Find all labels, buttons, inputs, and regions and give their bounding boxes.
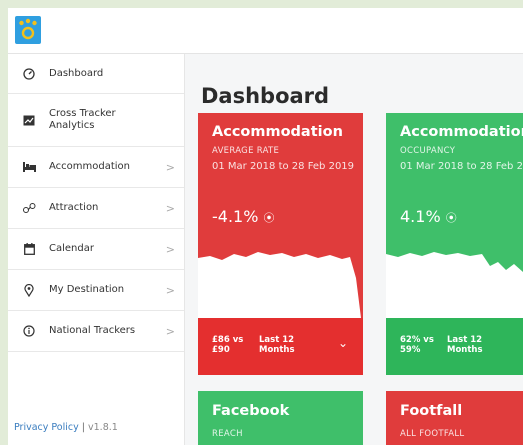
location-icon (22, 283, 36, 297)
sidebar-item-label: Dashboard (49, 67, 104, 79)
sidebar-item-attraction[interactable]: Attraction > (8, 188, 184, 229)
sidebar: Dashboard Cross Tracker Analytics Accomm… (8, 54, 185, 445)
logo-icon (19, 18, 37, 40)
card-subtitle: AVERAGE RATE (212, 146, 280, 156)
trend-sparkline (386, 252, 523, 318)
main-content: Dashboard Accommodation AVERAGE RATE 01 … (185, 54, 523, 445)
accommodation-occupancy-card[interactable]: Accommodation OCCUPANCY 01 Mar 2018 to 2… (386, 113, 523, 375)
sidebar-item-calendar[interactable]: Calendar > (8, 229, 184, 270)
change-value: 4.1% (400, 207, 441, 226)
sidebar-item-label: Accommodation (49, 161, 131, 172)
sidebar-item-label: Attraction (49, 202, 99, 213)
card-title: Accommodation (400, 124, 523, 140)
dashboard-icon (22, 67, 36, 81)
sidebar-item-national-trackers[interactable]: National Trackers > (8, 311, 184, 352)
sidebar-item-dashboard[interactable]: Dashboard (8, 54, 184, 94)
comparison-period: Last 12 Months (259, 335, 295, 355)
sidebar-footer: Privacy Policy | v1.8.1 (14, 422, 118, 433)
attraction-icon (22, 201, 36, 215)
info-circle-icon: ⦿ (445, 211, 457, 225)
card-title: Accommodation (212, 124, 343, 140)
accommodation-rate-card[interactable]: Accommodation AVERAGE RATE 01 Mar 2018 t… (198, 113, 363, 375)
sidebar-item-label: Calendar (49, 243, 94, 254)
footfall-card[interactable]: Footfall ALL FOOTFALL (386, 391, 523, 445)
chevron-right-icon: > (165, 324, 175, 338)
chevron-right-icon: > (165, 160, 175, 174)
card-date-range: 01 Mar 2018 to 28 Feb 2019 (212, 161, 355, 172)
chevron-down-icon[interactable]: ⌄ (338, 336, 348, 350)
footer-separator: | (81, 422, 85, 433)
app-logo[interactable] (15, 16, 41, 44)
chevron-right-icon: > (165, 201, 175, 215)
card-date-range: 01 Mar 2018 to 28 Feb 2019 (400, 161, 523, 172)
change-value: -4.1% (212, 207, 259, 226)
calendar-icon (22, 242, 36, 256)
info-circle-icon: ⦿ (263, 211, 275, 225)
chevron-right-icon: > (165, 242, 175, 256)
sidebar-item-label: Cross Tracker Analytics (49, 108, 116, 131)
page-title: Dashboard (201, 84, 330, 108)
card-change: -4.1% ⦿ (212, 207, 275, 226)
privacy-policy-link[interactable]: Privacy Policy (14, 422, 79, 433)
comparison-period: Last 12 Months (447, 335, 483, 355)
top-bar (8, 8, 523, 54)
app-frame: Dashboard Cross Tracker Analytics Accomm… (8, 8, 523, 445)
chevron-right-icon: > (165, 283, 175, 297)
card-title: Footfall (400, 403, 463, 419)
sidebar-item-my-destination[interactable]: My Destination > (8, 270, 184, 311)
card-subtitle: OCCUPANCY (400, 146, 456, 156)
trend-sparkline (198, 252, 361, 318)
sidebar-item-label: My Destination (49, 284, 125, 295)
sidebar-item-cross-tracker-analytics[interactable]: Cross Tracker Analytics (8, 94, 184, 147)
card-footer: £86 vs £90 Last 12 Months ⌄ (198, 318, 363, 375)
card-title: Facebook (212, 403, 290, 419)
facebook-card[interactable]: Facebook REACH (198, 391, 363, 445)
comparison-value: 62% vs 59% (400, 335, 434, 355)
card-subtitle: REACH (212, 429, 243, 439)
comparison-value: £86 vs £90 (212, 335, 244, 355)
card-subtitle: ALL FOOTFALL (400, 429, 465, 439)
card-footer: 62% vs 59% Last 12 Months (386, 318, 523, 375)
bed-icon (22, 160, 36, 174)
version-label: v1.8.1 (88, 422, 118, 433)
card-change: 4.1% ⦿ (400, 207, 457, 226)
sidebar-item-label: National Trackers (49, 325, 136, 336)
analytics-icon (22, 113, 36, 127)
sidebar-item-accommodation[interactable]: Accommodation > (8, 147, 184, 188)
info-icon (22, 324, 36, 338)
